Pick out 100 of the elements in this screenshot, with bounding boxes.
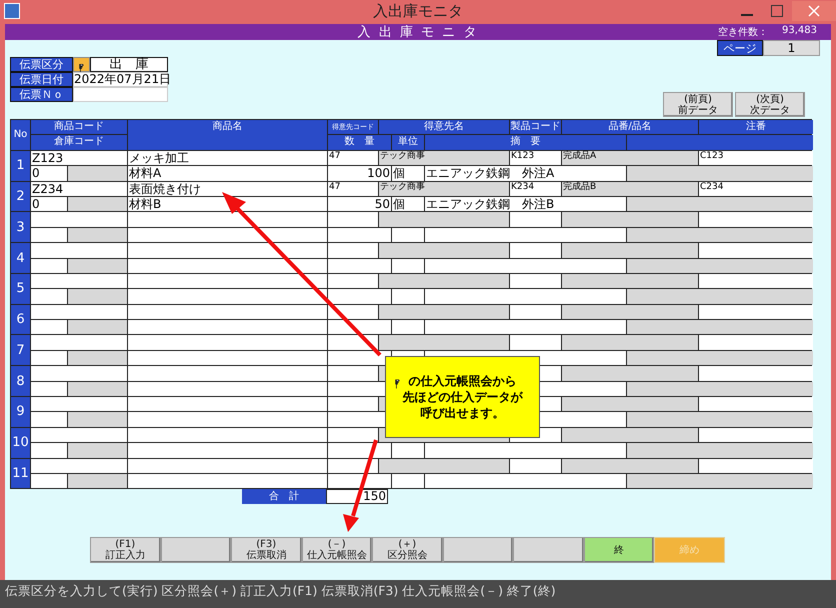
table-cell [328,258,391,273]
table-cell [68,228,127,242]
field-label: 伝票Ｎｏ [10,87,73,102]
table-cell [510,304,561,320]
pen-icon[interactable] [73,57,90,72]
maximize-icon[interactable] [771,5,783,17]
free-count-label: 空き件数： [718,26,768,39]
callout-text: の仕入元帳照会から 先ほどの仕入データが 呼び出せます。 [402,373,522,421]
table-cell: 個 [392,166,424,181]
table-cell: 0 [31,166,67,181]
table-cell [68,166,127,181]
column-header: 注番 [699,120,813,134]
nav-button[interactable]: (前頁) 前データ [663,92,733,117]
window-title: 入出庫モニタ [373,2,463,20]
table-cell [68,382,127,396]
table-cell: 47 [328,150,378,166]
table-cell [392,258,424,273]
table-cell: C123 [699,150,813,166]
table-cell [328,366,378,381]
column-header: 倉庫コード [31,135,127,150]
row-number: 1 [11,150,30,181]
table-cell: 完成品B [562,182,698,196]
close-button[interactable] [792,1,836,21]
column-header: 数 量 [328,135,391,150]
row-number: 5 [11,274,30,304]
table-cell [392,289,424,304]
page-label: ページ [717,40,763,56]
function-key[interactable]: (＋) 区分照会 [372,537,442,564]
table-cell: Z123 [31,150,127,166]
close-icon[interactable] [808,5,820,17]
table-cell [31,474,67,488]
field-label: 伝票日付 [10,72,73,87]
table-cell: C234 [699,182,813,196]
table-cell: エニアック鉄鋼 外注A [425,166,626,181]
function-key[interactable]: (F3) 伝票取消 [231,537,302,564]
row-number: 4 [11,243,30,273]
table-cell: 材料B [128,196,327,212]
free-count: 93,483 [782,25,817,38]
table-cell [31,289,67,304]
column-header: 単位 [392,135,424,150]
table-cell: テック商事 [379,150,509,166]
table-cell [328,228,391,242]
table-cell [68,289,127,304]
table-cell [510,274,561,288]
table-cell [68,350,127,366]
page-number: 1 [763,40,820,56]
column-header: 摘 要 [425,135,626,150]
table-cell [510,458,561,473]
table-cell [392,474,424,488]
row-number: 10 [11,428,30,458]
row-number: 8 [11,366,30,396]
column-header: 商品コード [31,120,127,134]
table-cell [392,443,424,458]
screen-title: 入 出 庫 モ ニ タ [358,24,478,41]
table-cell: 100 [328,166,391,181]
table-cell: 47 [328,182,378,196]
table-cell [68,196,127,212]
table-cell [31,382,67,396]
function-key[interactable]: (F1) 訂正入力 [90,537,160,564]
column-header: 品番/品名 [562,120,698,134]
row-number: 7 [11,335,30,366]
row-number: 2 [11,182,30,212]
column-header: 製品コード [510,120,561,134]
table-cell [31,320,67,334]
status-text: 伝票区分を入力して(実行) 区分照会(＋) 訂正入力(F1) 伝票取消(F3) 仕入元帳照会(－) 終了(終) [5,583,556,600]
input-field[interactable]: 2022年07月21日 [73,72,168,87]
table-cell [68,412,127,427]
table-cell [510,243,561,258]
table-cell [68,443,127,458]
table-cell [328,474,391,488]
table-cell [68,474,127,488]
blank-key[interactable] [513,537,584,564]
function-key[interactable]: (－) 仕入元帳照会 [302,537,372,564]
table-cell [510,212,561,227]
row-number: 9 [11,397,30,427]
table-cell [328,274,378,288]
table-cell: K234 [510,182,561,196]
function-key[interactable]: 終 [584,537,654,564]
table-cell: 材料A [128,166,327,181]
table-cell: K123 [510,150,561,166]
table-cell [328,443,391,458]
table-cell [31,228,67,242]
table-cell: エニアック鉄鋼 外注B [425,196,626,212]
table-cell [392,228,424,242]
table-cell: 0 [31,196,67,212]
table-cell: Z234 [31,182,127,196]
nav-button[interactable]: (次頁) 次データ [735,92,805,117]
table-cell [328,289,391,304]
table-cell [328,243,378,258]
table-cell [31,258,67,273]
table-cell [510,335,561,350]
blank-key[interactable] [160,537,231,564]
table-cell: 表面焼き付け [128,182,327,196]
column-header: No [11,120,30,150]
column-header: 得意先名 [379,120,509,134]
blank-key[interactable] [442,537,513,564]
row-number: 6 [11,304,30,334]
input-field[interactable]: 出 庫 [90,57,168,72]
input-field[interactable] [73,87,168,102]
table-cell [31,350,67,366]
